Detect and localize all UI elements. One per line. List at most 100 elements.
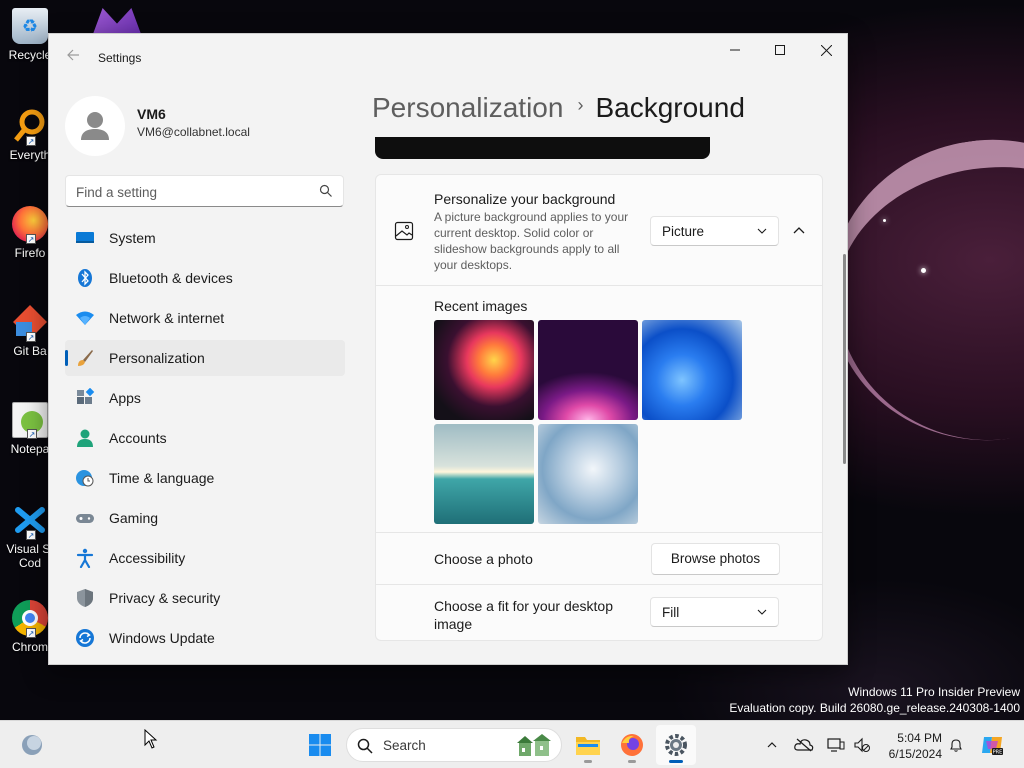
background-type-dropdown[interactable]: Picture [650,216,779,246]
network-tray-icon[interactable] [826,735,846,755]
sidebar-item-system[interactable]: System [65,220,345,256]
recent-image-thumbnail[interactable] [434,320,534,420]
sidebar-nav: System Bluetooth & devices Network & int… [65,220,345,660]
choose-photo-row: Choose a photo Browse photos [375,533,823,585]
sidebar-item-label: Gaming [109,510,159,526]
firefox-icon [621,734,643,756]
recent-images-section: Recent images [375,286,823,533]
bell-icon [950,739,962,752]
copilot-icon: PRE [982,737,1003,756]
evaluation-watermark: Windows 11 Pro Insider Preview Evaluatio… [729,684,1020,716]
onedrive-tray-icon[interactable] [794,735,814,755]
search-highlight-icon [517,734,551,756]
sidebar-item-label: Accounts [109,430,167,446]
settings-taskbar-button[interactable] [656,725,696,765]
chevron-down-icon [757,609,767,615]
sidebar-item-label: Bluetooth & devices [109,270,233,286]
choose-photo-label: Choose a photo [434,551,533,567]
clock-time: 5:04 PM [897,731,942,745]
sidebar-item-privacy[interactable]: Privacy & security [65,580,345,616]
fit-dropdown[interactable]: Fill [650,597,779,627]
notepad-plus-plus-icon: ↗ [12,402,48,439]
sidebar-item-label: Network & internet [109,310,225,326]
profile-email: VM6@collabnet.local [137,125,250,139]
recent-image-thumbnail[interactable] [538,424,638,524]
taskbar-search-label: Search [383,738,426,753]
browse-photos-button[interactable]: Browse photos [651,543,780,575]
breadcrumb-parent[interactable]: Personalization [372,92,563,123]
sidebar-item-bluetooth[interactable]: Bluetooth & devices [65,260,345,296]
choose-fit-row: Choose a fit for your desktop image Fill [375,585,823,641]
copilot-button[interactable]: PRE [980,733,1004,757]
firefox-taskbar-button[interactable] [612,725,652,765]
paintbrush-icon [78,350,93,366]
chevron-up-icon[interactable] [792,223,806,237]
search-input[interactable] [76,182,306,202]
update-sync-icon [76,629,94,647]
page-title: Background [595,92,745,123]
sidebar-item-label: Personalization [109,350,205,366]
apps-icon [77,388,95,404]
minimize-icon [730,49,740,51]
file-explorer-button[interactable] [568,725,608,765]
search-icon[interactable] [319,184,333,198]
recent-image-thumbnail[interactable] [434,424,534,524]
sidebar-item-label: Accessibility [109,550,186,566]
personalize-background-card: Personalize your background A picture ba… [375,174,823,286]
sidebar-item-accessibility[interactable]: Accessibility [65,540,345,576]
cloud-offline-icon [794,738,814,752]
watermark-line-2: Evaluation copy. Build 26080.ge_release.… [729,701,1020,715]
system-clock[interactable]: 5:04 PM 6/15/2024 [880,730,942,762]
back-arrow-icon [67,49,79,61]
globe-clock-icon [76,470,94,487]
scrollbar[interactable] [843,254,846,464]
weather-widget-icon [22,735,42,755]
close-button[interactable] [803,34,847,66]
notifications-button[interactable] [946,735,966,755]
taskbar-search[interactable]: Search [346,728,562,762]
title-bar[interactable]: Settings [49,34,847,82]
accessibility-icon [76,548,94,568]
system-display-icon [76,232,94,243]
recent-images-title: Recent images [434,298,528,314]
windows-start-icon [309,734,331,756]
recent-image-thumbnail[interactable] [538,320,638,420]
volume-tray-icon[interactable] [852,735,872,755]
breadcrumb: Personalization › Background [372,92,745,124]
sidebar-item-gaming[interactable]: Gaming [65,500,345,536]
back-button[interactable] [63,48,83,68]
sidebar-item-time-language[interactable]: Time & language [65,460,345,496]
sidebar-item-label: System [109,230,156,246]
minimize-button[interactable] [712,34,758,66]
speaker-muted-icon [854,737,870,753]
breadcrumb-separator-icon: › [577,95,584,115]
sidebar-item-windows-update[interactable]: Windows Update [65,620,345,656]
avatar[interactable] [65,96,125,156]
sidebar-item-apps[interactable]: Apps [65,380,345,416]
maximize-icon [775,45,785,55]
watermark-line-1: Windows 11 Pro Insider Preview [848,685,1020,699]
personalize-background-title: Personalize your background [434,191,616,207]
git-bash-icon: ↗ [12,304,48,342]
show-hidden-icons-button[interactable] [762,735,782,755]
search-icon [357,738,373,754]
find-setting-search[interactable] [65,175,344,207]
person-icon [77,429,93,447]
mouse-pointer-icon [144,729,158,749]
sidebar-item-label: Time & language [109,470,215,486]
everything-search-icon: ↗ [12,108,48,146]
sidebar-item-label: Windows Update [109,630,215,646]
widgets-button[interactable] [12,725,52,765]
maximize-button[interactable] [757,34,803,66]
sidebar-item-network[interactable]: Network & internet [65,300,345,336]
firefox-icon: ↗ [12,206,48,244]
picture-icon [394,221,414,241]
background-type-value: Picture [662,224,705,239]
sidebar-item-personalization[interactable]: Personalization [65,340,345,376]
choose-fit-label: Choose a fit for your desktop image [434,598,613,632]
recent-image-thumbnail[interactable] [642,320,742,420]
sidebar-item-accounts[interactable]: Accounts [65,420,345,456]
clock-date: 6/15/2024 [888,747,942,761]
chevron-down-icon [757,228,767,234]
start-button[interactable] [300,725,340,765]
